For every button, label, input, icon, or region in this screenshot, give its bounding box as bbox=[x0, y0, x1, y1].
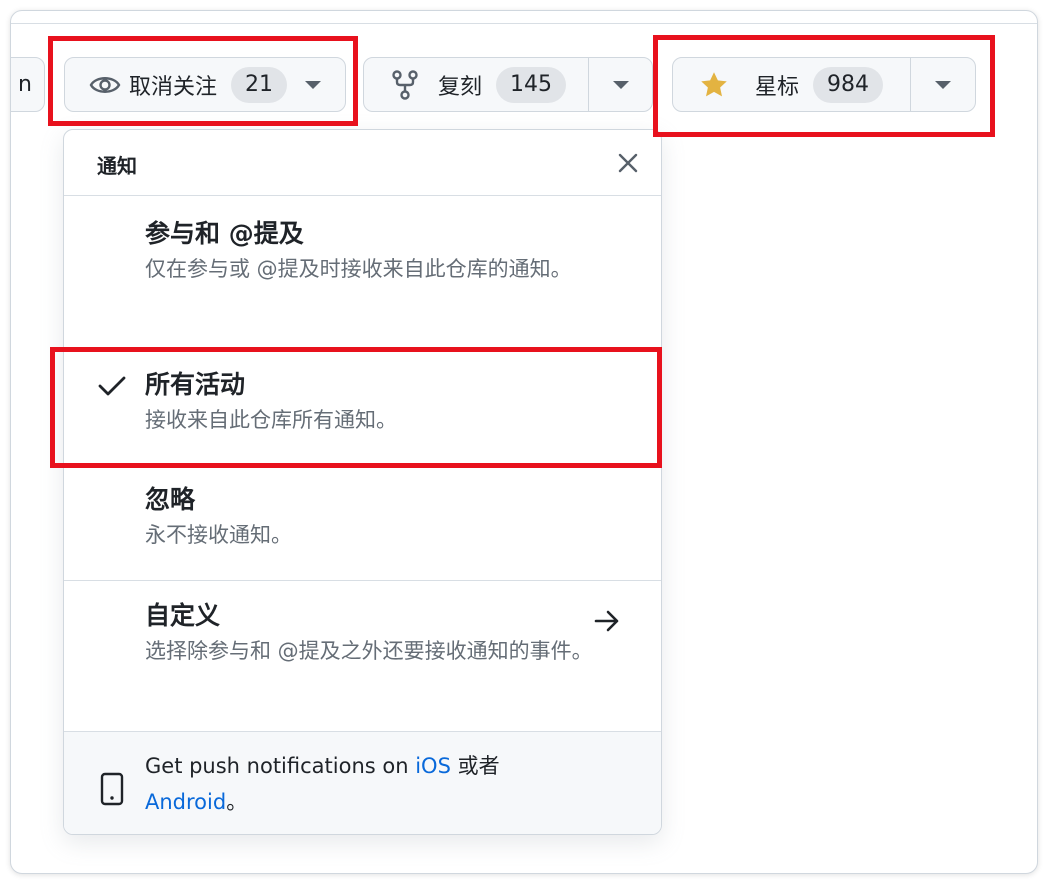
device-mobile-icon bbox=[100, 772, 124, 806]
option-description: 永不接收通知。 bbox=[145, 523, 292, 547]
option-ignore[interactable]: 忽略 永不接收通知。 bbox=[64, 465, 661, 580]
option-title: 忽略 bbox=[145, 485, 196, 514]
star-dropdown-button[interactable] bbox=[911, 58, 975, 111]
footer-period: 。 bbox=[226, 790, 248, 814]
fork-button-group: 复刻 145 bbox=[363, 57, 653, 112]
option-participating[interactable]: 参与和 @提及 仅在参与或 @提及时接收来自此仓库的通知。 bbox=[64, 196, 661, 348]
menu-header: 通知 bbox=[64, 130, 661, 196]
option-title: 所有活动 bbox=[145, 370, 246, 399]
option-title: 参与和 @提及 bbox=[145, 219, 304, 248]
option-description: 仅在参与或 @提及时接收来自此仓库的通知。 bbox=[145, 257, 572, 281]
menu-footer: Get push notifications on iOS 或者 Android… bbox=[64, 731, 661, 834]
fork-dropdown-button[interactable] bbox=[589, 58, 652, 111]
fork-button-label: 复刻 bbox=[438, 74, 483, 100]
arrow-right-icon bbox=[594, 610, 619, 632]
header-divider bbox=[11, 23, 1037, 24]
unwatch-button[interactable]: 取消关注 21 bbox=[64, 57, 346, 112]
menu-title: 通知 bbox=[97, 154, 137, 178]
footer-or: 或者 bbox=[450, 754, 500, 778]
eye-icon bbox=[89, 76, 121, 93]
repo-header-frame: n 取消关注 21 复刻 145 星标 984 通知 参与和 @提及 仅在参与或… bbox=[10, 10, 1038, 874]
notifications-menu: 通知 参与和 @提及 仅在参与或 @提及时接收来自此仓库的通知。 所有活动 接收… bbox=[63, 129, 662, 835]
stars-counter: 984 bbox=[813, 66, 884, 103]
check-icon bbox=[98, 376, 126, 396]
close-icon[interactable] bbox=[613, 148, 643, 178]
push-notifications-text: Get push notifications on iOS 或者 Android… bbox=[145, 748, 625, 820]
chevron-down-icon bbox=[305, 80, 322, 89]
star-button-group: 星标 984 bbox=[672, 57, 976, 112]
star-button[interactable]: 星标 984 bbox=[673, 58, 910, 111]
option-custom[interactable]: 自定义 选择除参与和 @提及之外还要接收通知的事件。 bbox=[64, 581, 661, 733]
option-description: 选择除参与和 @提及之外还要接收通知的事件。 bbox=[145, 639, 593, 663]
forks-counter: 145 bbox=[496, 66, 567, 103]
chevron-down-icon bbox=[612, 80, 629, 89]
option-all-activity[interactable]: 所有活动 接收来自此仓库所有通知。 bbox=[64, 348, 661, 465]
partial-button-label: n bbox=[18, 72, 32, 97]
ios-link[interactable]: iOS bbox=[415, 754, 451, 778]
unwatch-button-label: 取消关注 bbox=[129, 74, 218, 100]
repo-forked-icon bbox=[392, 69, 418, 100]
option-title: 自定义 bbox=[145, 601, 221, 630]
star-icon bbox=[701, 71, 727, 96]
watchers-counter: 21 bbox=[231, 66, 288, 103]
option-description: 接收来自此仓库所有通知。 bbox=[145, 408, 397, 432]
chevron-down-icon bbox=[935, 80, 951, 89]
android-link[interactable]: Android bbox=[145, 790, 226, 814]
footer-prefix: Get push notifications on bbox=[145, 754, 416, 778]
partial-button[interactable]: n bbox=[11, 57, 45, 112]
star-button-label: 星标 bbox=[755, 74, 800, 100]
fork-button[interactable]: 复刻 145 bbox=[364, 58, 588, 111]
